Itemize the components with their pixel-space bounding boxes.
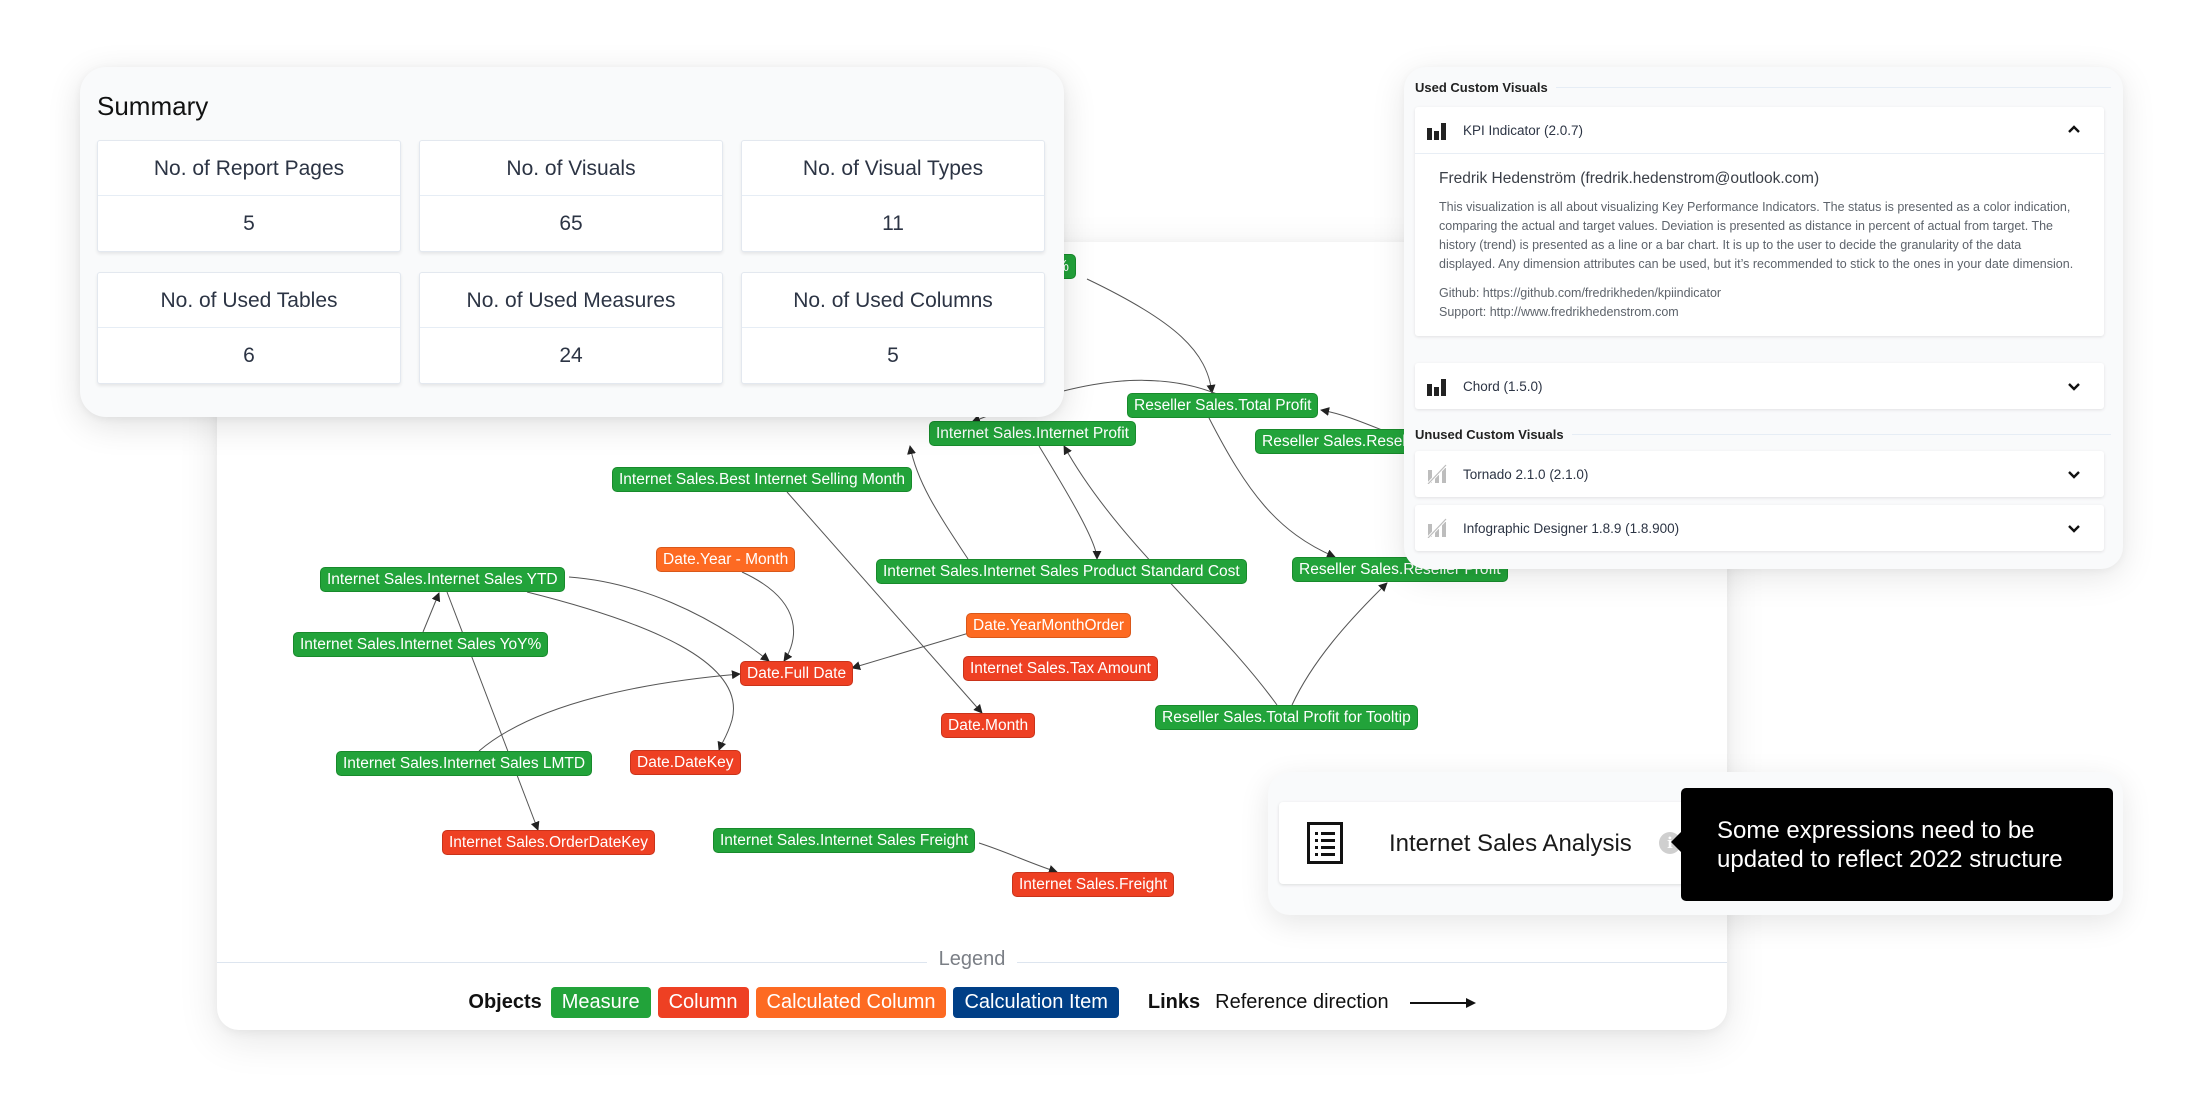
graph-node-column[interactable]: Internet Sales.OrderDateKey [442, 830, 656, 855]
legend-column: Column [657, 987, 749, 1018]
stat-value: 6 [243, 344, 255, 367]
graph-link [526, 591, 734, 751]
graph-node-measure[interactable]: Internet Sales.Internet Profit [929, 421, 1136, 446]
graph-link [978, 842, 1058, 874]
legend-measure: Measure [550, 987, 651, 1018]
arrow-right-icon [1409, 997, 1476, 1009]
graph-link [1038, 445, 1102, 560]
accordion-header[interactable]: KPI Indicator (2.0.7) [1415, 107, 2104, 153]
bar-chart-disabled-icon [1427, 518, 1447, 538]
stat-label: No. of Visuals [420, 141, 722, 196]
custom-visual-tornado: Tornado 2.1.0 (2.1.0) [1415, 451, 2104, 497]
chevron-down-icon[interactable] [2064, 518, 2084, 538]
section-title: Used Custom Visuals [1415, 80, 1548, 95]
legend-objects-label: Objects [468, 991, 542, 1013]
graph-link [1291, 582, 1388, 706]
stat-visual-types: No. of Visual Types 11 [741, 140, 1045, 252]
legend-links-label: Links [1147, 991, 1201, 1013]
divider [1571, 434, 2111, 435]
stat-value: 11 [882, 212, 904, 235]
graph-link [446, 591, 540, 831]
custom-visual-infographic-designer: Infographic Designer 1.8.9 (1.8.900) [1415, 505, 2104, 551]
custom-visual-kpi-indicator: KPI Indicator (2.0.7) Fredrik Hedenström… [1415, 107, 2104, 336]
stat-visuals: No. of Visuals 65 [419, 140, 723, 252]
used-custom-visuals-heading: Used Custom Visuals [1415, 80, 2111, 95]
graph-link [478, 670, 741, 752]
graph-node-measure[interactable]: Internet Sales.Best Internet Selling Mon… [612, 467, 913, 492]
graph-node-measure[interactable]: Internet Sales.Internet Sales Freight [713, 828, 976, 853]
stat-value: 5 [243, 212, 255, 235]
stat-used-tables: No. of Used Tables 6 [97, 272, 401, 384]
graph-node-column[interactable]: Internet Sales.Tax Amount [963, 656, 1158, 681]
stat-value: 65 [559, 212, 583, 235]
unused-custom-visuals-heading: Unused Custom Visuals [1415, 427, 2111, 442]
stat-label: No. of Used Tables [98, 273, 400, 328]
legend-title: Legend [926, 948, 1018, 970]
graph-link [741, 571, 794, 662]
graph-link [422, 592, 441, 633]
legend-calculated-column: Calculated Column [755, 987, 947, 1018]
legend-reference-direction: Reference direction [1215, 991, 1389, 1013]
graph-node-measure[interactable]: Reseller Sales.Total Profit for Tooltip [1155, 705, 1418, 730]
visual-name: Chord (1.5.0) [1463, 378, 1543, 394]
summary-title: Summary [97, 91, 209, 121]
visual-author: Fredrik Hedenström (fredrik.hedenstrom@o… [1439, 170, 1820, 187]
github-link[interactable]: Github: https://github.com/fredrikheden/… [1439, 284, 2080, 303]
summary-card: Summary No. of Report Pages 5 No. of Vis… [80, 67, 1064, 417]
stat-report-pages: No. of Report Pages 5 [97, 140, 401, 252]
chevron-up-icon[interactable] [2064, 120, 2084, 140]
graph-node-column[interactable]: Date.Month [941, 713, 1036, 738]
stat-label: No. of Visual Types [742, 141, 1044, 196]
graph-node-measure[interactable]: Internet Sales.Internet Sales YoY% [293, 632, 549, 657]
stat-label: No. of Used Measures [420, 273, 722, 328]
graph-node-measure[interactable]: Internet Sales.Internet Sales Product St… [876, 559, 1247, 584]
info-tooltip: Some expressions need to be updated to r… [1671, 788, 2113, 901]
graph-node-measure[interactable]: Internet Sales.Internet Sales LMTD [336, 751, 593, 776]
bar-chart-disabled-icon [1427, 464, 1447, 484]
stat-value: 5 [887, 344, 899, 367]
accordion-header[interactable]: Infographic Designer 1.8.9 (1.8.900) [1415, 505, 2104, 551]
chevron-down-icon[interactable] [2064, 376, 2084, 396]
graph-link [568, 576, 770, 662]
stat-used-columns: No. of Used Columns 5 [741, 272, 1045, 384]
graph-node-column[interactable]: Date.Full Date [740, 661, 854, 686]
graph-link [907, 445, 969, 560]
graph-link [851, 632, 970, 670]
report-page-panel: Internet Sales Analysis i Some expressio… [1268, 772, 2123, 915]
graph-node-calc-column[interactable]: Date.Year - Month [656, 547, 796, 572]
chevron-down-icon[interactable] [2064, 464, 2084, 484]
accordion-header[interactable]: Chord (1.5.0) [1415, 363, 2104, 409]
stat-label: No. of Used Columns [742, 273, 1044, 328]
section-title: Unused Custom Visuals [1415, 427, 1564, 442]
visual-name: Infographic Designer 1.8.9 (1.8.900) [1463, 520, 1680, 536]
summary-stats: No. of Report Pages 5 No. of Visuals 65 … [97, 140, 1045, 384]
graph-node-measure[interactable]: Internet Sales.Internet Sales YTD [320, 567, 565, 592]
stat-value: 24 [559, 344, 583, 367]
legend-calculation-item: Calculation Item [953, 987, 1119, 1018]
accordion-header[interactable]: Tornado 2.1.0 (2.1.0) [1415, 451, 2104, 497]
visual-description: This visualization is all about visualiz… [1439, 200, 2074, 271]
visual-name: Tornado 2.1.0 (2.1.0) [1463, 466, 1589, 482]
divider [1555, 87, 2111, 88]
legend: Objects Measure Column Calculated Column… [217, 987, 1727, 1018]
bar-chart-icon [1427, 376, 1447, 396]
graph-node-measure[interactable]: Reseller Sales.Total Profit [1127, 393, 1319, 418]
report-page-name: Internet Sales Analysis [1389, 830, 1632, 857]
graph-link [1086, 278, 1216, 394]
bar-chart-icon [1427, 120, 1447, 140]
report-page-icon [1307, 822, 1343, 864]
custom-visual-chord: Chord (1.5.0) [1415, 363, 2104, 409]
report-page-item[interactable]: Internet Sales Analysis i [1279, 802, 1709, 884]
stat-used-measures: No. of Used Measures 24 [419, 272, 723, 384]
stat-label: No. of Report Pages [98, 141, 400, 196]
graph-node-calc-column[interactable]: Date.YearMonthOrder [966, 613, 1132, 638]
custom-visuals-panel: Used Custom Visuals KPI Indicator (2.0.7… [1404, 67, 2123, 569]
visual-name: KPI Indicator (2.0.7) [1463, 122, 1584, 138]
graph-node-column[interactable]: Date.DateKey [630, 750, 741, 775]
accordion-body: Fredrik Hedenström (fredrik.hedenstrom@o… [1415, 153, 2104, 336]
graph-node-column[interactable]: Internet Sales.Freight [1012, 872, 1175, 897]
support-link[interactable]: Support: http://www.fredrikhedenstrom.co… [1439, 303, 2080, 322]
